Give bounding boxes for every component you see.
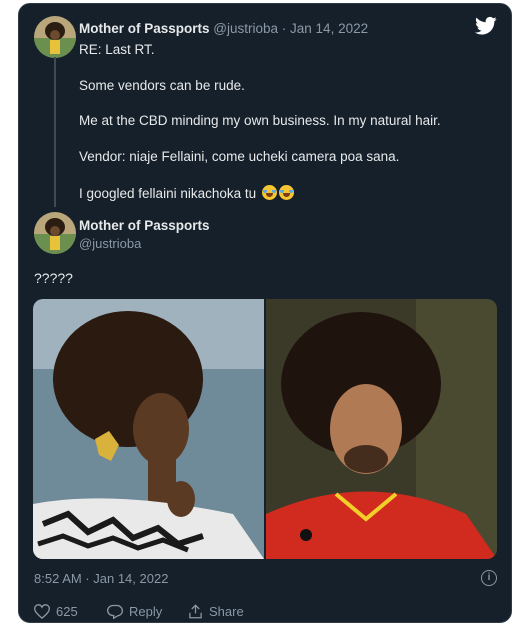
- footballer-afro-photo[interactable]: [266, 299, 497, 559]
- tweet-line-5: I googled fellaini nikachoka tu: [79, 186, 257, 201]
- like-count: 625: [56, 604, 78, 619]
- joy-emoji-icon: [278, 185, 294, 200]
- share-label: Share: [209, 604, 244, 619]
- author-avatar[interactable]: [34, 16, 76, 58]
- info-icon[interactable]: i: [481, 570, 497, 586]
- reply-icon: [106, 604, 124, 620]
- tweet-date[interactable]: Jan 14, 2022: [290, 21, 368, 36]
- like-action[interactable]: 625: [33, 604, 78, 620]
- thread-line: [54, 57, 56, 207]
- reply-timestamp[interactable]: 8:52 AM · Jan 14, 2022: [34, 571, 168, 586]
- tweet-line-2: Some vendors can be rude.: [79, 78, 245, 93]
- author-name[interactable]: Mother of Passports: [79, 21, 210, 36]
- author-handle[interactable]: @justrioba: [213, 21, 278, 36]
- reply-author-name[interactable]: Mother of Passports: [79, 218, 210, 233]
- reply-text: ?????: [34, 270, 73, 286]
- joy-emoji-icon: [261, 185, 277, 200]
- woman-afro-photo[interactable]: [33, 299, 264, 559]
- reply-author-handle[interactable]: @justrioba: [79, 236, 141, 251]
- tweet-card: Mother of Passports @justrioba · Jan 14,…: [18, 3, 512, 623]
- reply-media[interactable]: [33, 299, 497, 559]
- share-icon: [189, 604, 202, 619]
- tweet-line-3: Me at the CBD minding my own business. I…: [79, 113, 441, 128]
- meta-separator: ·: [278, 21, 291, 36]
- reply-author-avatar[interactable]: [34, 212, 76, 254]
- reply-action[interactable]: Reply: [106, 604, 163, 620]
- share-action[interactable]: Share: [188, 604, 244, 619]
- author-name-line[interactable]: Mother of Passports @justrioba · Jan 14,…: [79, 21, 368, 36]
- tweet-line-4: Vendor: niaje Fellaini, come ucheki came…: [79, 149, 400, 164]
- reply-label: Reply: [129, 604, 163, 619]
- tweet-line-5-row: I googled fellaini nikachoka tu: [79, 185, 294, 201]
- tweet-line-1: RE: Last RT.: [79, 42, 155, 57]
- twitter-bird-icon[interactable]: [475, 16, 497, 36]
- heart-icon: [33, 604, 51, 620]
